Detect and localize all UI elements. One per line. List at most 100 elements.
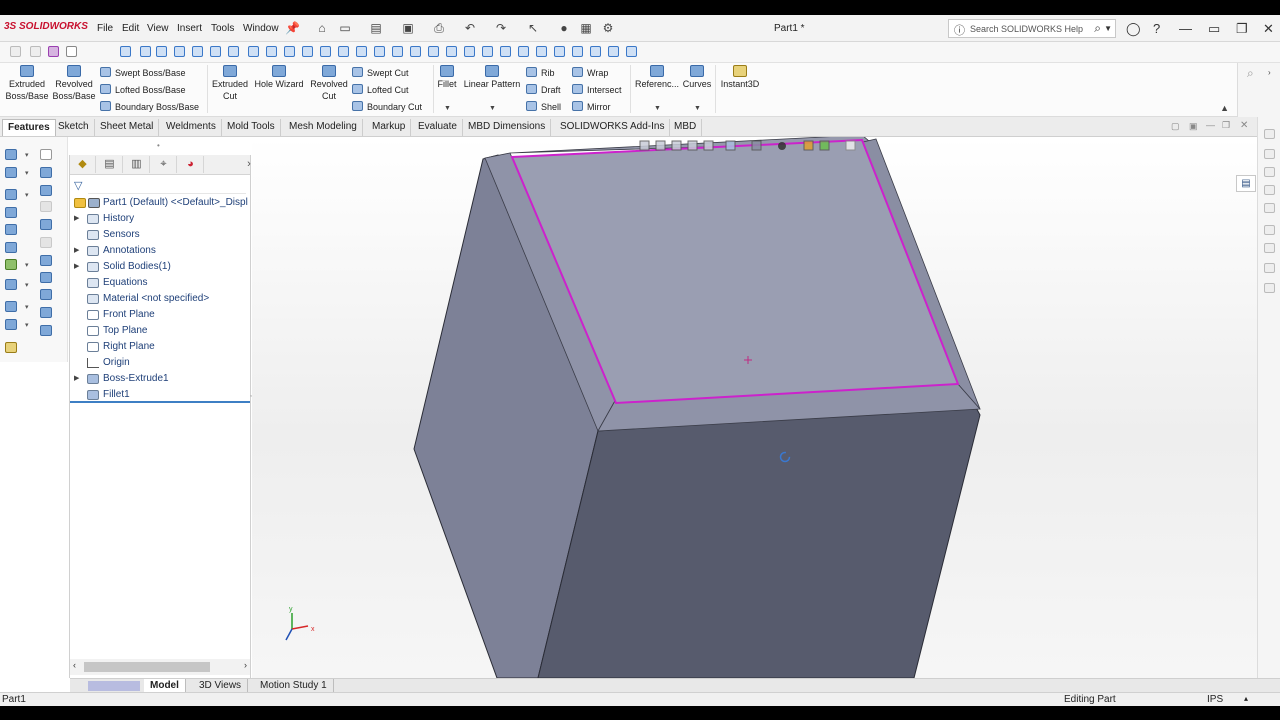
tab-3d-views[interactable]: 3D Views — [193, 679, 249, 693]
tool-icon[interactable] — [40, 255, 52, 266]
forum-icon[interactable] — [1264, 243, 1275, 253]
filter-icon[interactable] — [302, 46, 313, 57]
filter-icon[interactable] — [248, 46, 259, 57]
expand-arrow-icon[interactable]: ▶ — [74, 259, 79, 275]
graphics-area[interactable]: y x — [252, 137, 1257, 678]
maximize-icon[interactable]: ❐ — [1236, 21, 1248, 37]
tab-markup[interactable]: Markup — [367, 119, 412, 136]
tab-evaluate[interactable]: Evaluate — [413, 119, 463, 136]
chevron-down-icon[interactable]: ▾ — [25, 281, 29, 289]
restore-icon[interactable]: ▭ — [1208, 21, 1220, 37]
reference-geometry-button[interactable]: Referenc... — [634, 65, 680, 90]
chevron-down-icon[interactable]: ▼ — [444, 105, 451, 112]
chevron-down-icon[interactable]: ▾ — [25, 151, 29, 159]
filter-icon[interactable] — [554, 46, 565, 57]
rib-button[interactable]: Rib — [526, 67, 555, 78]
tab-mbd-dimensions[interactable]: MBD Dimensions — [463, 119, 552, 136]
task-pane-icon[interactable] — [1264, 263, 1275, 273]
tool-icon[interactable] — [5, 149, 17, 160]
intersect-button[interactable]: Intersect — [572, 84, 622, 95]
pin-icon[interactable]: 📌 — [285, 21, 300, 35]
scroll-left-icon[interactable]: ‹ — [73, 660, 76, 670]
tree-item-annotations[interactable]: ▶ Annotations — [70, 243, 250, 259]
close-icon[interactable]: ✕ — [1263, 21, 1274, 37]
tree-item-solid-bodies[interactable]: ▶ Solid Bodies(1) — [70, 259, 250, 275]
mirror-button[interactable]: Mirror — [572, 101, 611, 112]
feature-manager-tab-icon[interactable]: ◆ — [70, 156, 96, 173]
chevron-down-icon[interactable]: ▾ — [25, 303, 29, 311]
filter-icon[interactable] — [120, 46, 131, 57]
tool-icon[interactable] — [40, 201, 52, 212]
filter-icon[interactable] — [228, 46, 239, 57]
rebuild-icon[interactable]: ● — [557, 21, 571, 35]
filter-icon[interactable] — [464, 46, 475, 57]
filter-icon[interactable] — [446, 46, 457, 57]
tree-item-boss-extrude1[interactable]: ▶ Boss-Extrude1 — [70, 371, 250, 387]
tool-icon[interactable] — [40, 325, 52, 336]
unit-system[interactable]: IPS — [1207, 694, 1223, 705]
boundary-cut-button[interactable]: Boundary Cut — [352, 101, 422, 112]
tool-icon[interactable] — [40, 272, 52, 283]
tree-item-equations[interactable]: Equations — [70, 275, 250, 291]
tab-mold-tools[interactable]: Mold Tools — [222, 119, 281, 136]
viewport-split-icon[interactable]: ▣ — [1189, 121, 1198, 132]
tool-icon[interactable] — [40, 307, 52, 318]
select-icon[interactable] — [66, 46, 77, 57]
filter-icon[interactable] — [156, 46, 167, 57]
viewport-close-icon[interactable]: ✕ — [1240, 120, 1248, 131]
extruded-boss-button[interactable]: Extruded Boss/Base — [4, 65, 50, 102]
tool-icon[interactable] — [40, 289, 52, 300]
menu-window[interactable]: Window — [243, 23, 279, 34]
tool-icon[interactable] — [5, 207, 17, 218]
view-palette-icon[interactable] — [1264, 185, 1275, 195]
filter-icon[interactable] — [174, 46, 185, 57]
tree-horizontal-scrollbar[interactable]: ‹ › — [70, 659, 250, 675]
tree-item-history[interactable]: ▶ History — [70, 211, 250, 227]
chevron-right-icon[interactable]: › — [1268, 68, 1271, 77]
zoom-area-icon[interactable] — [655, 140, 666, 151]
model-front-face[interactable] — [537, 399, 981, 678]
rollback-bar[interactable] — [70, 401, 250, 403]
solidworks-resources-icon[interactable] — [1264, 129, 1275, 139]
filter-icon[interactable] — [500, 46, 511, 57]
task-pane-toggle-icon[interactable]: ▤ — [1236, 175, 1256, 192]
extruded-cut-button[interactable]: Extruded Cut — [210, 65, 250, 102]
expand-arrow-icon[interactable]: ▶ — [74, 211, 79, 227]
search-commands-icon[interactable]: ⌕ — [1247, 66, 1254, 81]
shell-button[interactable]: Shell — [526, 101, 561, 112]
filter-icon[interactable] — [536, 46, 547, 57]
filter-icon[interactable] — [374, 46, 385, 57]
lofted-boss-button[interactable]: Lofted Boss/Base — [100, 84, 186, 95]
viewport-restore-icon[interactable]: ❐ — [1222, 120, 1230, 131]
tree-root-part[interactable]: Part1 (Default) <<Default>_Displ — [70, 195, 250, 211]
filter-icon[interactable] — [140, 46, 151, 57]
tab-sheet-metal[interactable]: Sheet Metal — [95, 119, 160, 136]
filter-icon[interactable] — [266, 46, 277, 57]
chevron-down-icon[interactable]: ▼ — [654, 105, 661, 112]
menu-file[interactable]: File — [97, 23, 113, 34]
tool-icon[interactable] — [5, 189, 17, 200]
home-icon[interactable]: ⌂ — [315, 21, 329, 35]
chevron-down-icon[interactable]: ▼ — [489, 105, 496, 112]
fillet-button[interactable]: Fillet — [435, 65, 459, 90]
section-view-icon[interactable] — [687, 140, 698, 151]
appearances-icon[interactable] — [1264, 203, 1275, 213]
tool-icon[interactable] — [5, 242, 17, 253]
chevron-down-icon[interactable]: ▾ — [25, 169, 29, 177]
dynamic-annotation-icon[interactable] — [703, 140, 714, 151]
filter-icon[interactable] — [572, 46, 583, 57]
search-icon[interactable]: ⌕ — [1094, 21, 1101, 36]
lofted-cut-button[interactable]: Lofted Cut — [352, 84, 409, 95]
tab-motion-study-1[interactable]: Motion Study 1 — [254, 679, 334, 693]
chevron-down-icon[interactable]: ▾ — [25, 261, 29, 269]
filter-icon[interactable] — [284, 46, 295, 57]
wrap-button[interactable]: Wrap — [572, 67, 608, 78]
filter-icon[interactable] — [482, 46, 493, 57]
tool-icon[interactable] — [40, 185, 52, 196]
tree-item-right-plane[interactable]: Right Plane — [70, 339, 250, 355]
hole-wizard-button[interactable]: Hole Wizard — [252, 65, 306, 90]
filter-icon[interactable] — [428, 46, 439, 57]
menu-insert[interactable]: Insert — [177, 23, 202, 34]
viewport-minimize-icon[interactable]: — — [1206, 120, 1215, 130]
redo-icon[interactable]: ↷ — [494, 21, 508, 35]
